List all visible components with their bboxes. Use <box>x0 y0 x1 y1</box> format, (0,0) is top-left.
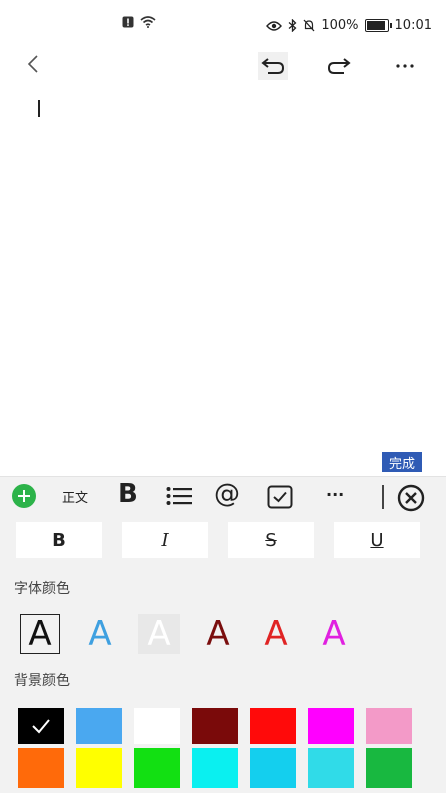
bluetooth-icon <box>288 19 297 32</box>
bold-style-button[interactable]: B <box>16 522 102 558</box>
more-options-button[interactable] <box>390 52 420 80</box>
font-color-option[interactable]: A <box>80 614 120 654</box>
wifi-icon <box>140 16 156 28</box>
background-color-swatch[interactable] <box>76 708 122 744</box>
strikethrough-style-button[interactable]: S <box>228 522 314 558</box>
background-color-label: 背景颜色 <box>14 673 70 689</box>
font-color-label: 字体颜色 <box>14 581 70 597</box>
background-color-swatch[interactable] <box>192 708 238 744</box>
italic-style-button[interactable]: I <box>122 522 208 558</box>
insert-button[interactable] <box>12 484 36 508</box>
font-color-sample: A <box>28 614 52 654</box>
background-color-swatch[interactable] <box>18 708 64 744</box>
background-color-swatch[interactable] <box>250 708 296 744</box>
background-color-swatch[interactable] <box>134 748 180 788</box>
top-toolbar <box>0 44 446 84</box>
background-color-swatch[interactable] <box>192 748 238 788</box>
back-button[interactable] <box>20 48 46 80</box>
background-color-swatch[interactable] <box>308 708 354 744</box>
mute-bell-icon <box>303 19 315 32</box>
font-color-sample: A <box>88 614 112 654</box>
underline-style-button[interactable]: U <box>334 522 420 558</box>
undo-button[interactable] <box>258 52 288 80</box>
undo-icon <box>261 58 285 74</box>
bulleted-list-icon <box>166 487 192 505</box>
text-cursor <box>38 100 40 117</box>
font-color-option[interactable]: A <box>314 614 354 654</box>
paragraph-style-button[interactable]: 正文 <box>62 487 88 506</box>
plus-icon <box>18 490 30 502</box>
background-color-swatch[interactable] <box>366 708 412 744</box>
font-color-sample: A <box>147 614 171 654</box>
redo-icon <box>327 58 351 74</box>
battery-percent: 100% <box>321 18 359 33</box>
font-color-sample: A <box>206 614 230 654</box>
background-color-swatch[interactable] <box>76 748 122 788</box>
chevron-left-icon <box>27 55 38 73</box>
check-icon <box>32 719 50 734</box>
font-color-sample: A <box>264 614 288 654</box>
font-color-option[interactable]: A <box>256 614 296 654</box>
font-color-option[interactable]: A <box>20 614 60 654</box>
background-color-swatch[interactable] <box>366 748 412 788</box>
editor-area[interactable] <box>0 86 446 474</box>
close-format-button[interactable] <box>396 483 426 513</box>
font-color-sample: A <box>322 614 346 654</box>
font-color-option[interactable]: A <box>138 614 180 654</box>
background-color-swatch[interactable] <box>308 748 354 788</box>
close-circle-icon <box>397 484 425 512</box>
eye-icon <box>266 20 283 31</box>
battery-icon <box>364 19 392 32</box>
list-button[interactable] <box>166 485 192 507</box>
more-format-button[interactable]: ··· <box>326 485 344 504</box>
background-color-swatch[interactable] <box>134 708 180 744</box>
done-button[interactable]: 完成 <box>382 452 422 472</box>
alert-icon <box>122 16 134 28</box>
status-time: 10:01 <box>394 18 432 33</box>
background-color-swatch[interactable] <box>250 748 296 788</box>
toolbar-divider <box>382 485 384 509</box>
font-color-option[interactable]: A <box>198 614 238 654</box>
mention-button[interactable]: @ <box>214 479 240 509</box>
redo-button[interactable] <box>324 52 354 80</box>
background-color-swatch[interactable] <box>18 748 64 788</box>
checkbox-icon <box>267 485 293 509</box>
format-toolbar: 正文 B @ ··· <box>0 476 446 519</box>
status-right: 100% 10:01 <box>266 18 432 33</box>
status-left-icons <box>122 16 156 28</box>
bold-toolbar-button[interactable]: B <box>118 479 138 509</box>
checklist-button[interactable] <box>266 484 294 510</box>
more-dots-icon <box>396 64 414 68</box>
